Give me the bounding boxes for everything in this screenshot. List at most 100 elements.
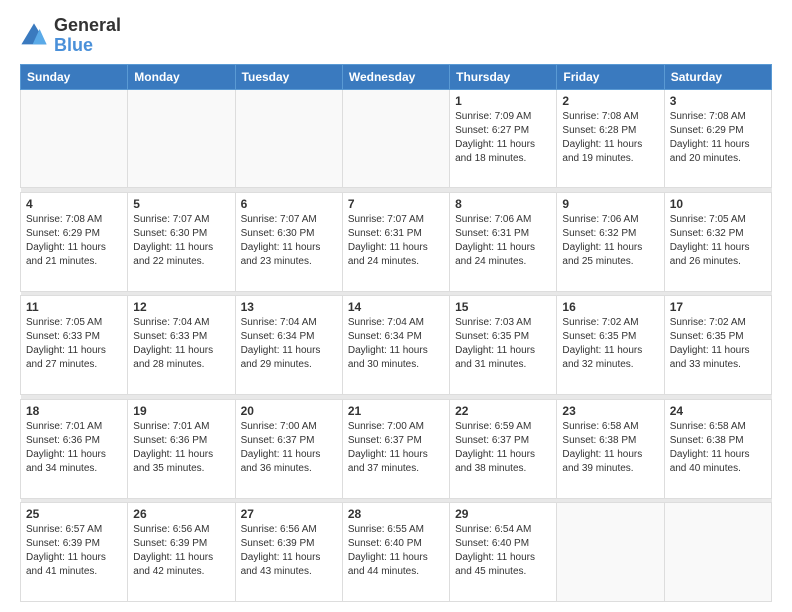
day-info: Sunrise: 7:00 AM Sunset: 6:37 PM Dayligh… <box>348 420 444 476</box>
day-info: Sunrise: 7:09 AM Sunset: 6:27 PM Dayligh… <box>455 110 551 166</box>
calendar-cell: 17 Sunrise: 7:02 AM Sunset: 6:35 PM Dayli… <box>664 296 771 395</box>
day-number: 24 <box>670 404 766 418</box>
calendar-cell: 5 Sunrise: 7:07 AM Sunset: 6:30 PM Daylig… <box>128 192 235 291</box>
calendar-cell: 16 Sunrise: 7:02 AM Sunset: 6:35 PM Dayli… <box>557 296 664 395</box>
calendar-cell: 21 Sunrise: 7:00 AM Sunset: 6:37 PM Dayli… <box>342 399 449 498</box>
day-info: Sunrise: 7:08 AM Sunset: 6:28 PM Dayligh… <box>562 110 658 166</box>
day-number: 4 <box>26 197 122 211</box>
calendar-cell: 27 Sunrise: 6:56 AM Sunset: 6:39 PM Dayli… <box>235 503 342 602</box>
day-info: Sunrise: 6:59 AM Sunset: 6:37 PM Dayligh… <box>455 420 551 476</box>
calendar-cell <box>235 89 342 188</box>
day-info: Sunrise: 7:08 AM Sunset: 6:29 PM Dayligh… <box>670 110 766 166</box>
calendar-cell: 9 Sunrise: 7:06 AM Sunset: 6:32 PM Daylig… <box>557 192 664 291</box>
calendar-cell: 11 Sunrise: 7:05 AM Sunset: 6:33 PM Dayli… <box>21 296 128 395</box>
day-number: 23 <box>562 404 658 418</box>
day-number: 13 <box>241 300 337 314</box>
day-number: 2 <box>562 94 658 108</box>
calendar-cell <box>557 503 664 602</box>
weekday-header-saturday: Saturday <box>664 64 771 89</box>
calendar-cell: 10 Sunrise: 7:05 AM Sunset: 6:32 PM Dayli… <box>664 192 771 291</box>
day-number: 29 <box>455 507 551 521</box>
day-number: 17 <box>670 300 766 314</box>
calendar-cell: 13Sunrise: 7:04 AM Sunset: 6:34 PM Dayli… <box>235 296 342 395</box>
day-number: 27 <box>241 507 337 521</box>
day-info: Sunrise: 7:02 AM Sunset: 6:35 PM Dayligh… <box>562 316 658 372</box>
logo-icon <box>20 22 48 50</box>
logo-text: General Blue <box>54 16 121 56</box>
day-number: 25 <box>26 507 122 521</box>
week-row-1: 1 Sunrise: 7:09 AM Sunset: 6:27 PM Daylig… <box>21 89 772 188</box>
day-info: Sunrise: 6:54 AM Sunset: 6:40 PM Dayligh… <box>455 523 551 579</box>
day-info: Sunrise: 7:05 AM Sunset: 6:32 PM Dayligh… <box>670 213 766 269</box>
day-number: 1 <box>455 94 551 108</box>
day-number: 18 <box>26 404 122 418</box>
calendar-cell: 25 Sunrise: 6:57 AM Sunset: 6:39 PM Dayli… <box>21 503 128 602</box>
calendar-cell: 26 Sunrise: 6:56 AM Sunset: 6:39 PM Dayli… <box>128 503 235 602</box>
day-info: Sunrise: 7:07 AM Sunset: 6:30 PM Dayligh… <box>133 213 229 269</box>
day-info: Sunrise: 7:00 AM Sunset: 6:37 PM Dayligh… <box>241 420 337 476</box>
calendar-cell: 7 Sunrise: 7:07 AM Sunset: 6:31 PM Daylig… <box>342 192 449 291</box>
day-number: 19 <box>133 404 229 418</box>
day-number: 28 <box>348 507 444 521</box>
day-number: 16 <box>562 300 658 314</box>
calendar-cell <box>128 89 235 188</box>
day-number: 14 <box>348 300 444 314</box>
day-number: 26 <box>133 507 229 521</box>
calendar-cell: 28 Sunrise: 6:55 AM Sunset: 6:40 PM Dayli… <box>342 503 449 602</box>
week-row-4: 18 Sunrise: 7:01 AM Sunset: 6:36 PM Dayli… <box>21 399 772 498</box>
calendar-cell: 6Sunrise: 7:07 AM Sunset: 6:30 PM Daylig… <box>235 192 342 291</box>
week-row-2: 4 Sunrise: 7:08 AM Sunset: 6:29 PM Daylig… <box>21 192 772 291</box>
day-info: Sunrise: 7:03 AM Sunset: 6:35 PM Dayligh… <box>455 316 551 372</box>
day-info: Sunrise: 7:01 AM Sunset: 6:36 PM Dayligh… <box>26 420 122 476</box>
day-info: Sunrise: 6:55 AM Sunset: 6:40 PM Dayligh… <box>348 523 444 579</box>
day-info: Sunrise: 7:04 AM Sunset: 6:34 PM Dayligh… <box>348 316 444 372</box>
week-row-3: 11 Sunrise: 7:05 AM Sunset: 6:33 PM Dayli… <box>21 296 772 395</box>
day-info: Sunrise: 6:56 AM Sunset: 6:39 PM Dayligh… <box>241 523 337 579</box>
weekday-header-monday: Monday <box>128 64 235 89</box>
calendar-cell: 14 Sunrise: 7:04 AM Sunset: 6:34 PM Dayli… <box>342 296 449 395</box>
day-info: Sunrise: 7:04 AM Sunset: 6:33 PM Dayligh… <box>133 316 229 372</box>
calendar-cell <box>342 89 449 188</box>
day-info: Sunrise: 7:06 AM Sunset: 6:32 PM Dayligh… <box>562 213 658 269</box>
day-info: Sunrise: 6:57 AM Sunset: 6:39 PM Dayligh… <box>26 523 122 579</box>
weekday-header-sunday: Sunday <box>21 64 128 89</box>
calendar-cell: 24 Sunrise: 6:58 AM Sunset: 6:38 PM Dayli… <box>664 399 771 498</box>
day-number: 7 <box>348 197 444 211</box>
day-info: Sunrise: 7:01 AM Sunset: 6:36 PM Dayligh… <box>133 420 229 476</box>
calendar-table: SundayMondayTuesdayWednesdayThursdayFrid… <box>20 64 772 602</box>
calendar-cell: 15 Sunrise: 7:03 AM Sunset: 6:35 PM Dayli… <box>450 296 557 395</box>
calendar-cell: 23 Sunrise: 6:58 AM Sunset: 6:38 PM Dayli… <box>557 399 664 498</box>
day-number: 11 <box>26 300 122 314</box>
day-info: Sunrise: 6:56 AM Sunset: 6:39 PM Dayligh… <box>133 523 229 579</box>
day-number: 12 <box>133 300 229 314</box>
day-info: Sunrise: 7:08 AM Sunset: 6:29 PM Dayligh… <box>26 213 122 269</box>
weekday-header-thursday: Thursday <box>450 64 557 89</box>
day-number: 3 <box>670 94 766 108</box>
day-number: 20 <box>241 404 337 418</box>
page-header: General Blue <box>20 16 772 56</box>
weekday-header-friday: Friday <box>557 64 664 89</box>
calendar-cell: 4 Sunrise: 7:08 AM Sunset: 6:29 PM Daylig… <box>21 192 128 291</box>
day-info: Sunrise: 7:05 AM Sunset: 6:33 PM Dayligh… <box>26 316 122 372</box>
calendar-cell: 1 Sunrise: 7:09 AM Sunset: 6:27 PM Daylig… <box>450 89 557 188</box>
weekday-header-tuesday: Tuesday <box>235 64 342 89</box>
day-number: 21 <box>348 404 444 418</box>
calendar-cell: 8Sunrise: 7:06 AM Sunset: 6:31 PM Daylig… <box>450 192 557 291</box>
day-number: 10 <box>670 197 766 211</box>
day-number: 9 <box>562 197 658 211</box>
day-number: 15 <box>455 300 551 314</box>
day-info: Sunrise: 6:58 AM Sunset: 6:38 PM Dayligh… <box>670 420 766 476</box>
day-info: Sunrise: 6:58 AM Sunset: 6:38 PM Dayligh… <box>562 420 658 476</box>
day-number: 5 <box>133 197 229 211</box>
calendar-cell: 29 Sunrise: 6:54 AM Sunset: 6:40 PM Dayli… <box>450 503 557 602</box>
calendar-cell: 19 Sunrise: 7:01 AM Sunset: 6:36 PM Dayli… <box>128 399 235 498</box>
day-info: Sunrise: 7:07 AM Sunset: 6:31 PM Dayligh… <box>348 213 444 269</box>
weekday-header-row: SundayMondayTuesdayWednesdayThursdayFrid… <box>21 64 772 89</box>
calendar-cell: 22 Sunrise: 6:59 AM Sunset: 6:37 PM Dayli… <box>450 399 557 498</box>
calendar-cell: 2 Sunrise: 7:08 AM Sunset: 6:28 PM Daylig… <box>557 89 664 188</box>
day-number: 22 <box>455 404 551 418</box>
calendar-cell: 18 Sunrise: 7:01 AM Sunset: 6:36 PM Dayli… <box>21 399 128 498</box>
logo: General Blue <box>20 16 121 56</box>
calendar-cell <box>21 89 128 188</box>
day-info: Sunrise: 7:02 AM Sunset: 6:35 PM Dayligh… <box>670 316 766 372</box>
